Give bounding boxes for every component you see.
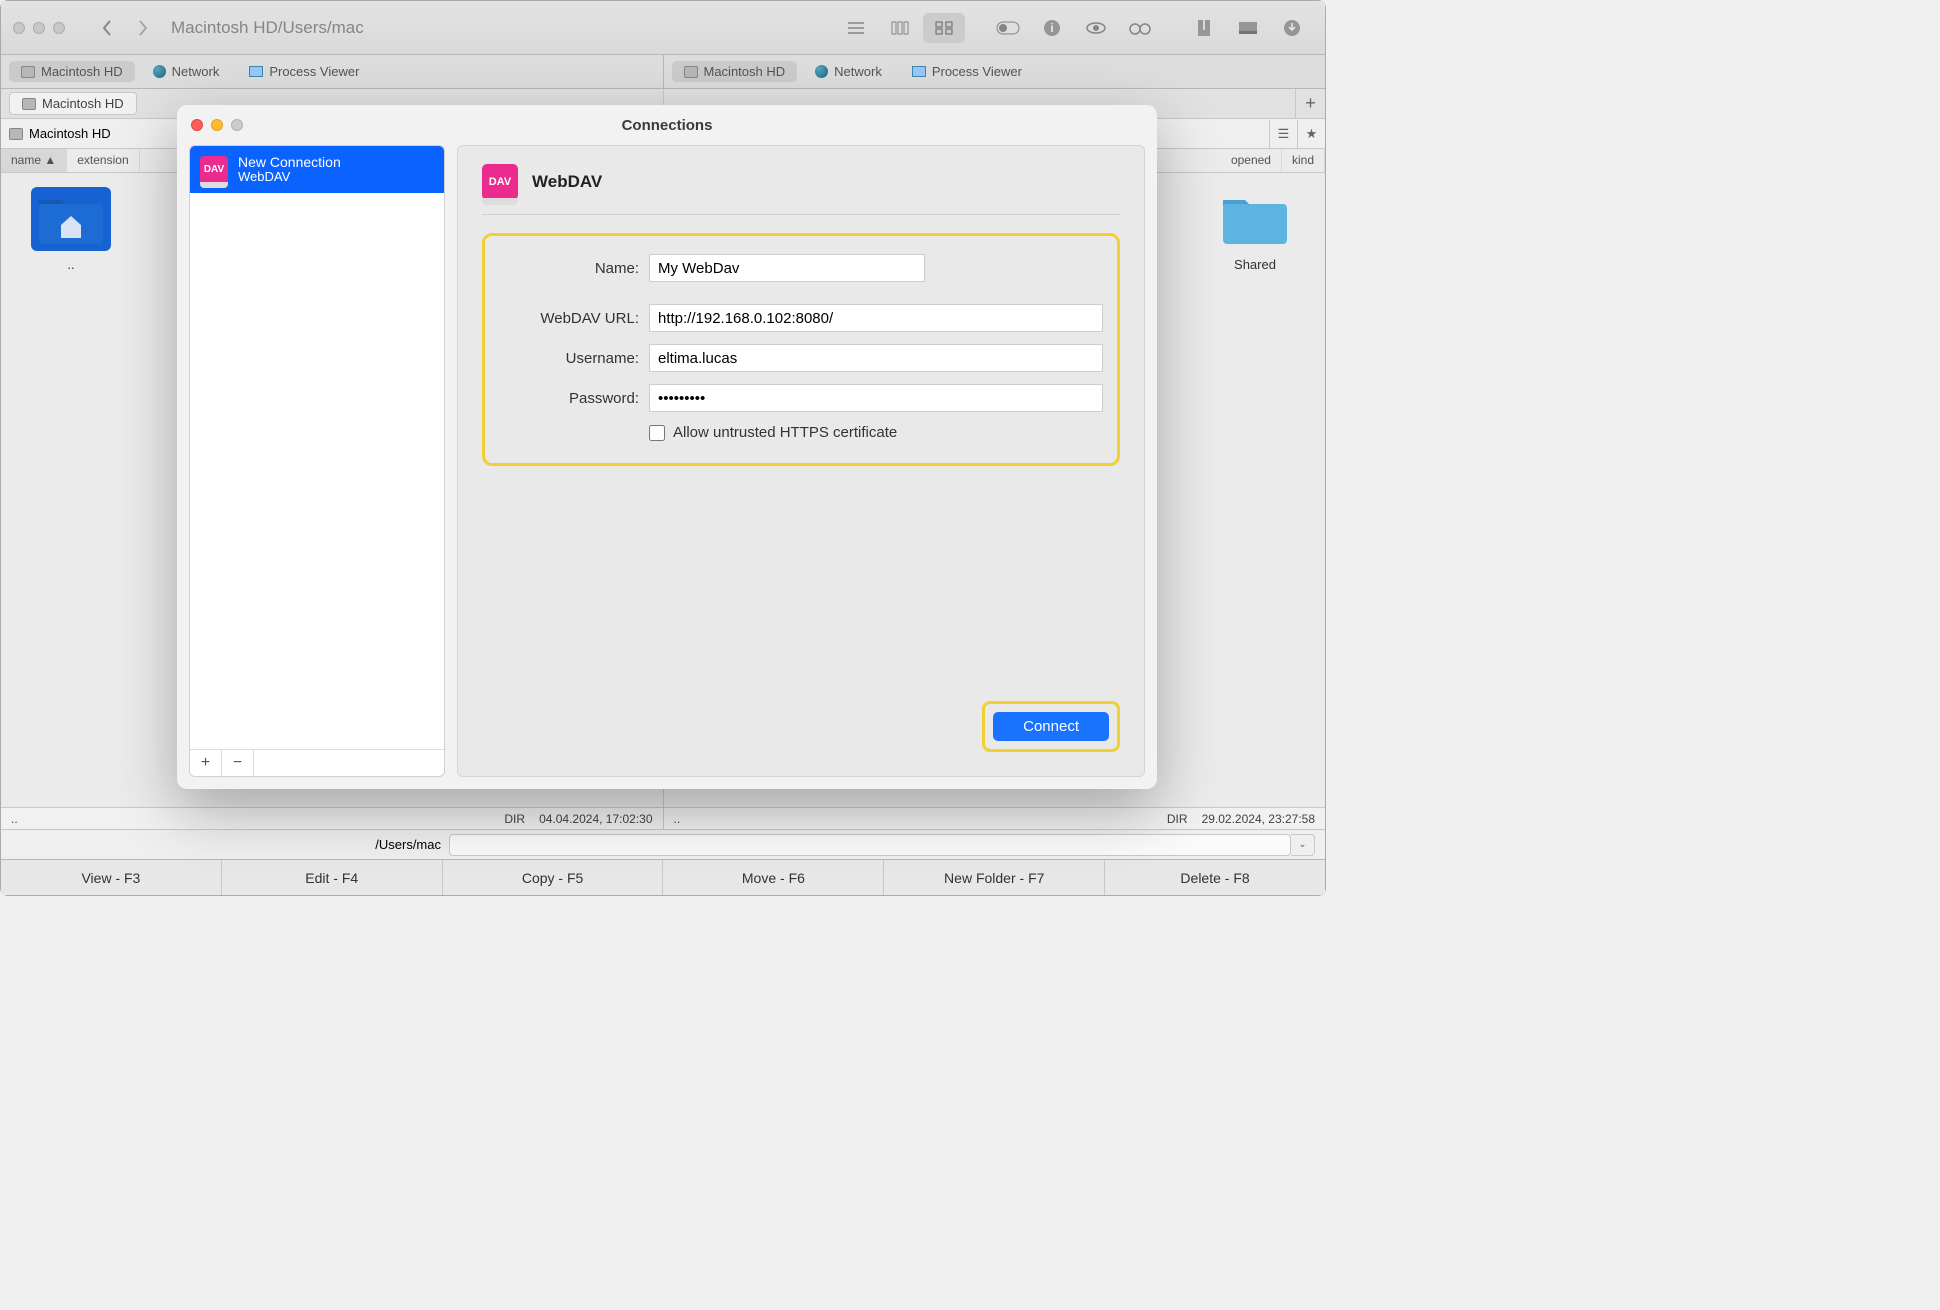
- modal-zoom-icon[interactable]: [231, 119, 243, 131]
- connect-button[interactable]: Connect: [993, 712, 1109, 741]
- webdav-icon: DAV: [482, 164, 518, 200]
- sidebar-item-subtitle: WebDAV: [238, 170, 341, 185]
- connections-modal: Connections DAV New Connection WebDAV + …: [177, 105, 1157, 789]
- password-field[interactable]: [649, 384, 1103, 412]
- connections-sidebar: DAV New Connection WebDAV + −: [189, 145, 445, 777]
- password-label: Password:: [499, 390, 639, 407]
- username-field[interactable]: [649, 344, 1103, 372]
- modal-title: Connections: [622, 117, 713, 134]
- url-field[interactable]: [649, 304, 1103, 332]
- allow-untrusted-checkbox[interactable]: [649, 425, 665, 441]
- username-label: Username:: [499, 350, 639, 367]
- connect-highlight: Connect: [982, 701, 1120, 752]
- detail-heading: WebDAV: [532, 172, 602, 192]
- sidebar-item-new-connection[interactable]: DAV New Connection WebDAV: [190, 146, 444, 193]
- sidebar-item-title: New Connection: [238, 154, 341, 170]
- name-label: Name:: [499, 260, 639, 277]
- connection-detail: DAV WebDAV Name: WebDAV URL: Username: P…: [457, 145, 1145, 777]
- name-field[interactable]: [649, 254, 925, 282]
- add-connection-button[interactable]: +: [190, 750, 222, 776]
- allow-untrusted-label: Allow untrusted HTTPS certificate: [673, 424, 897, 441]
- modal-close-icon[interactable]: [191, 119, 203, 131]
- form-highlight: Name: WebDAV URL: Username: Password:: [482, 233, 1120, 466]
- url-label: WebDAV URL:: [499, 310, 639, 327]
- sidebar-footer: + −: [190, 749, 444, 776]
- webdav-icon: DAV: [200, 156, 228, 184]
- remove-connection-button[interactable]: −: [222, 750, 254, 776]
- modal-titlebar: Connections: [177, 105, 1157, 145]
- modal-minimize-icon[interactable]: [211, 119, 223, 131]
